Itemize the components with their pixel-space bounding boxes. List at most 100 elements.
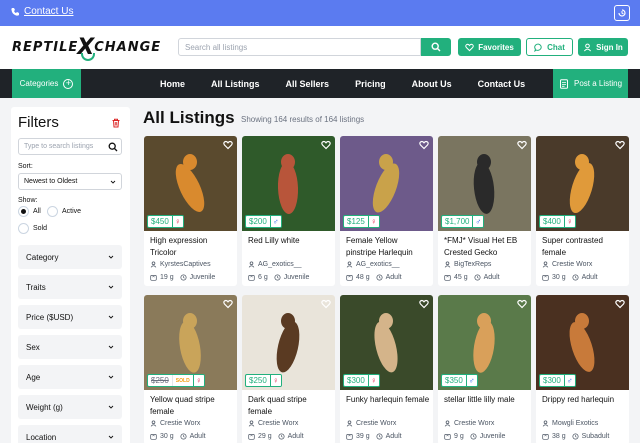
- listing-seller[interactable]: AG_exotics__: [248, 261, 302, 268]
- listing-seller[interactable]: AG_exotics__: [346, 261, 400, 268]
- sort-select[interactable]: Newest to Oldest: [18, 173, 122, 190]
- show-sold-radio[interactable]: Sold: [18, 223, 47, 234]
- header-search-button[interactable]: [421, 38, 451, 56]
- listing-card[interactable]: $350 ♂ stellar little lilly male Crestie Wo…: [438, 295, 531, 443]
- header-search-input[interactable]: Search all listings: [178, 38, 421, 56]
- listing-card[interactable]: $1,700 ♂ *FMJ* Visual Het EB Crested Gecko…: [438, 136, 531, 286]
- favorite-heart-icon[interactable]: [419, 299, 429, 309]
- listing-title[interactable]: Red Lilly white: [248, 235, 332, 247]
- scale-icon: [150, 275, 157, 281]
- chevron-down-icon: [108, 435, 114, 439]
- listing-title[interactable]: Female Yellow pinstripe Harlequin: [346, 235, 430, 259]
- gecko-head: [183, 313, 197, 329]
- filter-age[interactable]: Age: [18, 365, 122, 389]
- chat-button[interactable]: Chat: [526, 38, 573, 56]
- listing-seller[interactable]: Crestie Worx: [542, 261, 592, 268]
- nav-contact-us[interactable]: Contact Us: [478, 79, 526, 89]
- favorite-heart-icon[interactable]: [419, 140, 429, 150]
- chevron-down-icon: [110, 180, 116, 184]
- listing-card[interactable]: $300 ♂ Drippy red harlequin Mowgli Exotics 3…: [536, 295, 629, 443]
- listing-seller[interactable]: KyrstesCaptives: [150, 261, 211, 268]
- listing-title[interactable]: *FMJ* Visual Het EB Crested Gecko: [444, 235, 528, 259]
- filter-location[interactable]: Location: [18, 425, 122, 443]
- filter-search-input[interactable]: Type to search listings: [18, 138, 122, 155]
- show-active-radio[interactable]: Active: [47, 206, 81, 217]
- sex-icon: ♀: [367, 375, 379, 386]
- listing-meta: 29 g Adult: [248, 433, 304, 440]
- listing-age: Juvenile: [479, 433, 506, 440]
- favorite-heart-icon[interactable]: [223, 299, 233, 309]
- chevron-down-icon: [108, 255, 114, 259]
- listing-meta: 9 g Juvenile: [444, 433, 505, 440]
- listing-card[interactable]: $250 SOLD ♀ Yellow quad stripe female Cresti…: [144, 295, 237, 443]
- favorite-heart-icon[interactable]: [321, 140, 331, 150]
- sex-icon: ♀: [192, 375, 204, 386]
- filter-weight[interactable]: Weight (g): [18, 395, 122, 419]
- listing-title[interactable]: Funky harlequin female: [346, 394, 430, 406]
- favorite-heart-icon[interactable]: [223, 140, 233, 150]
- listing-seller[interactable]: Crestie Worx: [150, 420, 200, 427]
- top-contact-link[interactable]: Contact Us: [10, 6, 73, 17]
- listing-seller[interactable]: Crestie Worx: [346, 420, 396, 427]
- user-icon: [444, 261, 451, 268]
- show-all-radio[interactable]: All: [18, 206, 41, 217]
- listing-seller[interactable]: BigTexReps: [444, 261, 491, 268]
- listing-card[interactable]: $250 ♀ Dark quad stripe female Crestie Worx…: [242, 295, 335, 443]
- nav-all-sellers[interactable]: All Sellers: [286, 79, 330, 89]
- listing-age: Adult: [287, 433, 304, 440]
- trash-icon[interactable]: [111, 118, 121, 128]
- sex-icon: ♂: [465, 375, 477, 386]
- price-amount: $350: [445, 376, 463, 385]
- chevron-down-icon: [108, 375, 114, 379]
- favorite-heart-icon[interactable]: [517, 299, 527, 309]
- site-logo[interactable]: REPTILE X CHANGE: [12, 35, 161, 61]
- favorite-heart-icon[interactable]: [321, 299, 331, 309]
- filter-category[interactable]: Category: [18, 245, 122, 269]
- favorite-heart-icon[interactable]: [517, 140, 527, 150]
- price-badge: $300 ♀: [343, 374, 380, 387]
- filters-title: Filters: [18, 114, 59, 131]
- post-listing-button[interactable]: Post a Listing: [553, 69, 628, 98]
- favorite-heart-icon[interactable]: [615, 299, 625, 309]
- listing-title[interactable]: Drippy red harlequin: [542, 394, 626, 406]
- listing-card[interactable]: $125 ♀ Female Yellow pinstripe Harlequin AG…: [340, 136, 433, 286]
- listing-title[interactable]: stellar little lilly male: [444, 394, 528, 406]
- listing-age: Adult: [483, 274, 500, 281]
- radio-selected[interactable]: [18, 206, 29, 217]
- listing-title[interactable]: Super contrasted female: [542, 235, 626, 259]
- sign-in-button[interactable]: Sign In: [578, 38, 628, 56]
- listing-seller[interactable]: Mowgli Exotics: [542, 420, 598, 427]
- listing-title[interactable]: High expression Tricolor: [150, 235, 234, 259]
- radio-unselected[interactable]: [18, 223, 29, 234]
- phone-icon: [11, 7, 19, 16]
- filter-traits[interactable]: Traits: [18, 275, 122, 299]
- listing-title[interactable]: Yellow quad stripe female: [150, 394, 234, 418]
- nav-home[interactable]: Home: [160, 79, 185, 89]
- filter-sex[interactable]: Sex: [18, 335, 122, 359]
- listing-title[interactable]: Dark quad stripe female: [248, 394, 332, 418]
- radio-unselected[interactable]: [47, 206, 58, 217]
- calendar-icon[interactable]: [614, 5, 630, 21]
- price-amount: $250: [151, 376, 169, 385]
- favorite-heart-icon[interactable]: [615, 140, 625, 150]
- favorites-button[interactable]: Favorites: [458, 38, 521, 56]
- listing-meta: 48 g Adult: [346, 274, 402, 281]
- sex-icon: ♀: [367, 216, 379, 227]
- listing-age: Juvenile: [283, 274, 310, 281]
- listing-card[interactable]: $300 ♀ Funky harlequin female Crestie Worx 3…: [340, 295, 433, 443]
- nav-about-us[interactable]: About Us: [412, 79, 452, 89]
- filter-price[interactable]: Price ($USD): [18, 305, 122, 329]
- listing-card[interactable]: $200 ♂ Red Lilly white AG_exotics__ 6 g Juven…: [242, 136, 335, 286]
- listing-seller[interactable]: Crestie Worx: [248, 420, 298, 427]
- nav-pricing[interactable]: Pricing: [355, 79, 386, 89]
- nav-all-listings[interactable]: All Listings: [211, 79, 260, 89]
- gecko-head: [281, 154, 295, 170]
- listing-weight: 30 g: [160, 433, 174, 440]
- price-badge: $250 ♀: [245, 374, 282, 387]
- user-icon: [444, 420, 451, 427]
- listing-card[interactable]: $400 ♀ Super contrasted female Crestie Worx…: [536, 136, 629, 286]
- search-icon: [108, 142, 118, 152]
- listing-seller[interactable]: Crestie Worx: [444, 420, 494, 427]
- listing-card[interactable]: $450 ♀ High expression Tricolor KyrstesCapt…: [144, 136, 237, 286]
- categories-button[interactable]: Categories +: [12, 69, 81, 98]
